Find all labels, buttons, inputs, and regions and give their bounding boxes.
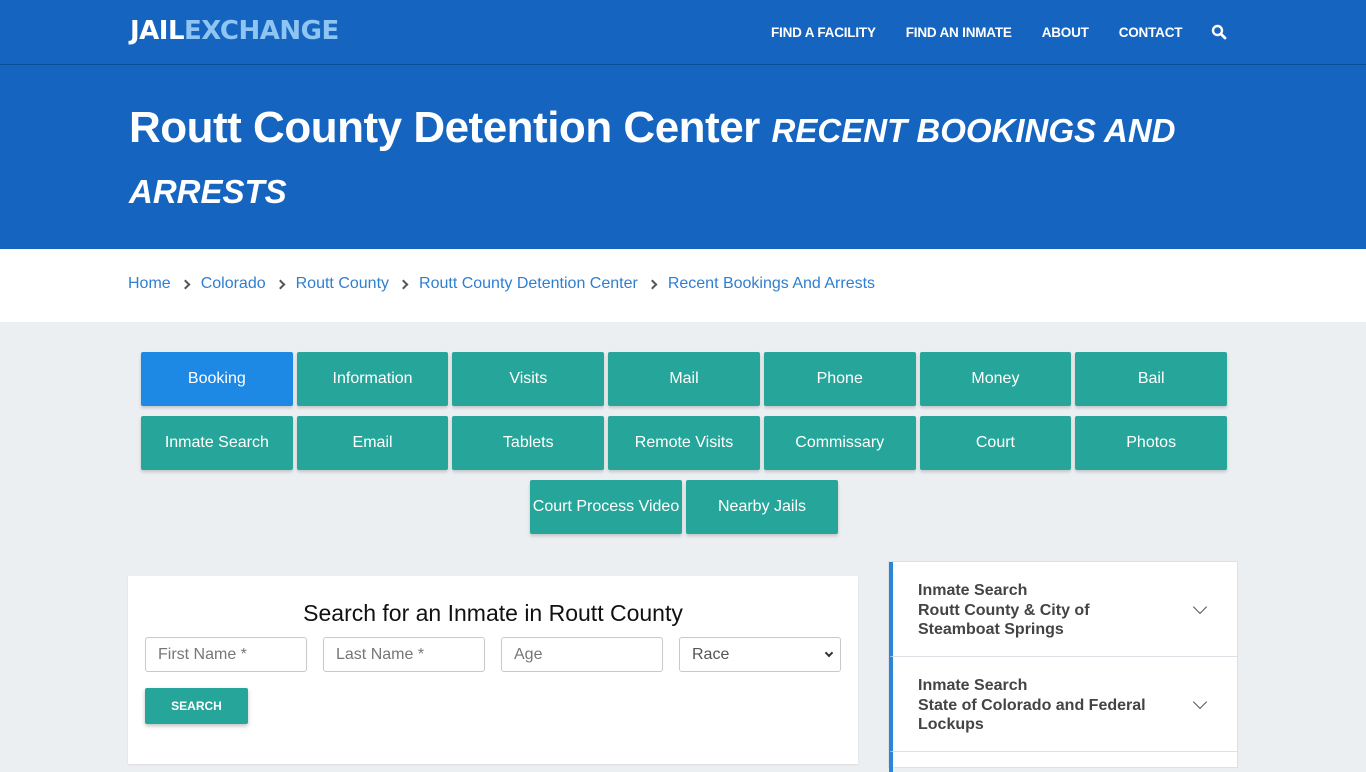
tab-court-process-video[interactable]: Court Process Video [530, 480, 682, 534]
main-nav: FIND A FACILITY FIND AN INMATE ABOUT CON… [756, 0, 1227, 64]
first-name-input[interactable]: First Name * [145, 637, 307, 672]
tabs-row-2: Inmate Search Email Tablets Remote Visit… [139, 416, 1229, 470]
accordion-item-next[interactable] [889, 752, 1237, 772]
accordion-item-title: Inmate Search Routt County & City of Ste… [918, 581, 1168, 640]
search-icon[interactable] [1211, 24, 1227, 40]
accordion-item-line2: State of Colorado and Federal Lockups [918, 696, 1146, 734]
accordion-item-line1: Inmate Search [918, 582, 1028, 599]
accordion-item-title: Inmate Search State of Colorado and Fede… [918, 676, 1168, 735]
tab-tablets[interactable]: Tablets [452, 416, 605, 470]
tab-court[interactable]: Court [919, 416, 1072, 470]
accordion-item-state-search[interactable]: Inmate Search State of Colorado and Fede… [889, 657, 1237, 752]
age-input[interactable]: Age [501, 637, 663, 672]
sidebar-accordion: Inmate Search Routt County & City of Ste… [888, 561, 1238, 772]
top-navbar: JAILEXCHANGE FIND A FACILITY FIND AN INM… [0, 0, 1366, 65]
search-fields: First Name * Last Name * Age Race [145, 637, 857, 672]
page-title-main: Routt County Detention Center [129, 103, 760, 152]
chevron-right-icon [181, 279, 191, 289]
tabs-row-3: Court Process Video Nearby Jails [139, 480, 1229, 534]
tab-email[interactable]: Email [296, 416, 449, 470]
tab-photos[interactable]: Photos [1075, 416, 1228, 470]
site-logo[interactable]: JAILEXCHANGE [130, 16, 339, 46]
facility-tabs: Booking Information Visits Mail Phone Mo… [139, 352, 1229, 544]
breadcrumb-routt-county[interactable]: Routt County [296, 275, 389, 293]
tab-mail[interactable]: Mail [608, 352, 760, 406]
tab-remote-visits[interactable]: Remote Visits [608, 416, 760, 470]
accordion-item-line2: Routt County & City of Steamboat Springs [918, 601, 1090, 639]
tab-nearby-jails[interactable]: Nearby Jails [686, 480, 838, 534]
nav-about[interactable]: ABOUT [1042, 25, 1089, 40]
chevron-down-icon[interactable] [1192, 694, 1208, 710]
chevron-right-icon [276, 279, 286, 289]
logo-part-jail: JAIL [130, 16, 185, 46]
nav-contact[interactable]: CONTACT [1119, 25, 1183, 40]
tab-bail[interactable]: Bail [1075, 352, 1228, 406]
breadcrumb-bar: Home Colorado Routt County Routt County … [0, 249, 1366, 322]
tab-phone[interactable]: Phone [763, 352, 916, 406]
chevron-right-icon [648, 279, 658, 289]
search-title: Search for an Inmate in Routt County [303, 600, 683, 626]
page-title: Routt County Detention Center RECENT BOO… [129, 99, 1229, 221]
tab-inmate-search[interactable]: Inmate Search [140, 416, 293, 470]
accordion-item-county-search[interactable]: Inmate Search Routt County & City of Ste… [889, 562, 1237, 657]
tab-information[interactable]: Information [296, 352, 449, 406]
chevron-down-icon [824, 648, 834, 658]
tab-money[interactable]: Money [919, 352, 1072, 406]
chevron-right-icon [399, 279, 409, 289]
race-select-value: Race [692, 645, 730, 663]
search-button[interactable]: SEARCH [145, 688, 248, 724]
logo-part-exchange: EXCHANGE [184, 16, 339, 46]
tab-visits[interactable]: Visits [452, 352, 605, 406]
nav-find-inmate[interactable]: FIND AN INMATE [906, 25, 1012, 40]
last-name-input[interactable]: Last Name * [323, 637, 485, 672]
breadcrumb-colorado[interactable]: Colorado [201, 275, 266, 293]
breadcrumb-detention-center[interactable]: Routt County Detention Center [419, 275, 638, 293]
tab-booking[interactable]: Booking [140, 352, 293, 406]
tabs-row-1: Booking Information Visits Mail Phone Mo… [139, 352, 1229, 406]
inmate-search-card: Search for an Inmate in Routt County Fir… [128, 576, 858, 764]
nav-find-facility[interactable]: FIND A FACILITY [771, 25, 876, 40]
race-select[interactable]: Race [679, 637, 841, 672]
tab-commissary[interactable]: Commissary [763, 416, 916, 470]
breadcrumb: Home Colorado Routt County Routt County … [128, 275, 875, 293]
accordion-item-line1: Inmate Search [918, 677, 1028, 694]
chevron-down-icon[interactable] [1192, 599, 1208, 615]
page-hero: Routt County Detention Center RECENT BOO… [0, 65, 1366, 249]
breadcrumb-home[interactable]: Home [128, 275, 171, 293]
breadcrumb-recent-bookings[interactable]: Recent Bookings And Arrests [668, 275, 875, 293]
